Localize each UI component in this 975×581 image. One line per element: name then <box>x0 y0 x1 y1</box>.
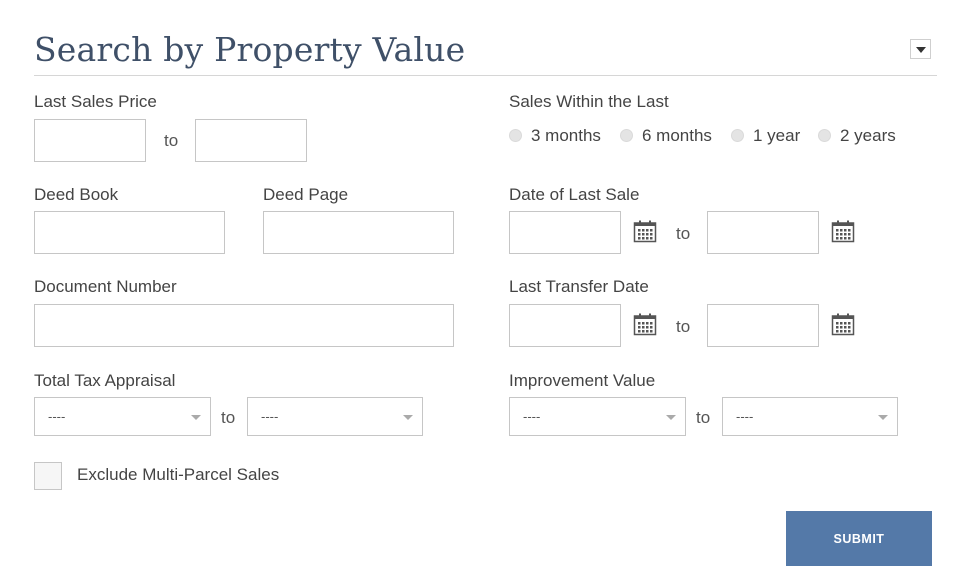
date-of-last-sale-to-input[interactable] <box>707 211 819 254</box>
radio-button[interactable] <box>818 129 831 142</box>
calendar-icon[interactable] <box>633 219 657 243</box>
last-sales-price-from-input[interactable] <box>34 119 146 162</box>
radio-label: 6 months <box>642 126 712 145</box>
total-tax-appraisal-label: Total Tax Appraisal <box>34 371 176 390</box>
date-of-last-sale-to-label: to <box>676 224 691 243</box>
document-number-input[interactable] <box>34 304 454 347</box>
last-transfer-date-from-input[interactable] <box>509 304 621 347</box>
caret-down-icon <box>666 415 676 420</box>
last-sales-price-to-input[interactable] <box>195 119 307 162</box>
total-tax-appraisal-from-select[interactable]: ---- <box>34 397 211 436</box>
total-tax-appraisal-to-label: to <box>221 408 236 427</box>
select-value: ---- <box>261 409 279 424</box>
select-value: ---- <box>523 409 541 424</box>
deed-book-label: Deed Book <box>34 185 119 204</box>
improvement-value-to-label: to <box>696 408 711 427</box>
improvement-value-to-select[interactable]: ---- <box>722 397 898 436</box>
radio-label: 3 months <box>531 126 601 145</box>
date-of-last-sale-label: Date of Last Sale <box>509 185 640 204</box>
total-tax-appraisal-to-select[interactable]: ---- <box>247 397 423 436</box>
page-title: Search by Property Value <box>34 30 466 69</box>
radio-label: 1 year <box>753 126 801 145</box>
deed-page-input[interactable] <box>263 211 454 254</box>
deed-page-label: Deed Page <box>263 185 349 204</box>
caret-down-icon <box>191 415 201 420</box>
exclude-multi-parcel-label: Exclude Multi-Parcel Sales <box>77 465 280 484</box>
date-of-last-sale-from-input[interactable] <box>509 211 621 254</box>
caret-down-icon <box>403 415 413 420</box>
improvement-value-label: Improvement Value <box>509 371 656 390</box>
last-transfer-date-to-input[interactable] <box>707 304 819 347</box>
collapse-button[interactable] <box>910 39 931 59</box>
last-sales-price-to-label: to <box>164 131 179 150</box>
calendar-icon[interactable] <box>633 312 657 336</box>
radio-label: 2 years <box>840 126 896 145</box>
sales-within-label: Sales Within the Last <box>509 92 669 111</box>
select-value: ---- <box>48 409 66 424</box>
last-transfer-date-to-label: to <box>676 317 691 336</box>
last-transfer-date-label: Last Transfer Date <box>509 277 649 296</box>
caret-down-icon <box>878 415 888 420</box>
exclude-multi-parcel-checkbox[interactable] <box>34 462 62 490</box>
calendar-icon[interactable] <box>831 219 855 243</box>
chevron-down-icon <box>916 47 926 53</box>
deed-book-input[interactable] <box>34 211 225 254</box>
last-sales-price-label: Last Sales Price <box>34 92 157 111</box>
submit-button[interactable]: SUBMIT <box>786 511 932 566</box>
header-divider <box>34 75 937 76</box>
document-number-label: Document Number <box>34 277 177 296</box>
select-value: ---- <box>736 409 754 424</box>
calendar-icon[interactable] <box>831 312 855 336</box>
radio-button[interactable] <box>731 129 744 142</box>
improvement-value-from-select[interactable]: ---- <box>509 397 686 436</box>
radio-button[interactable] <box>509 129 522 142</box>
radio-button[interactable] <box>620 129 633 142</box>
